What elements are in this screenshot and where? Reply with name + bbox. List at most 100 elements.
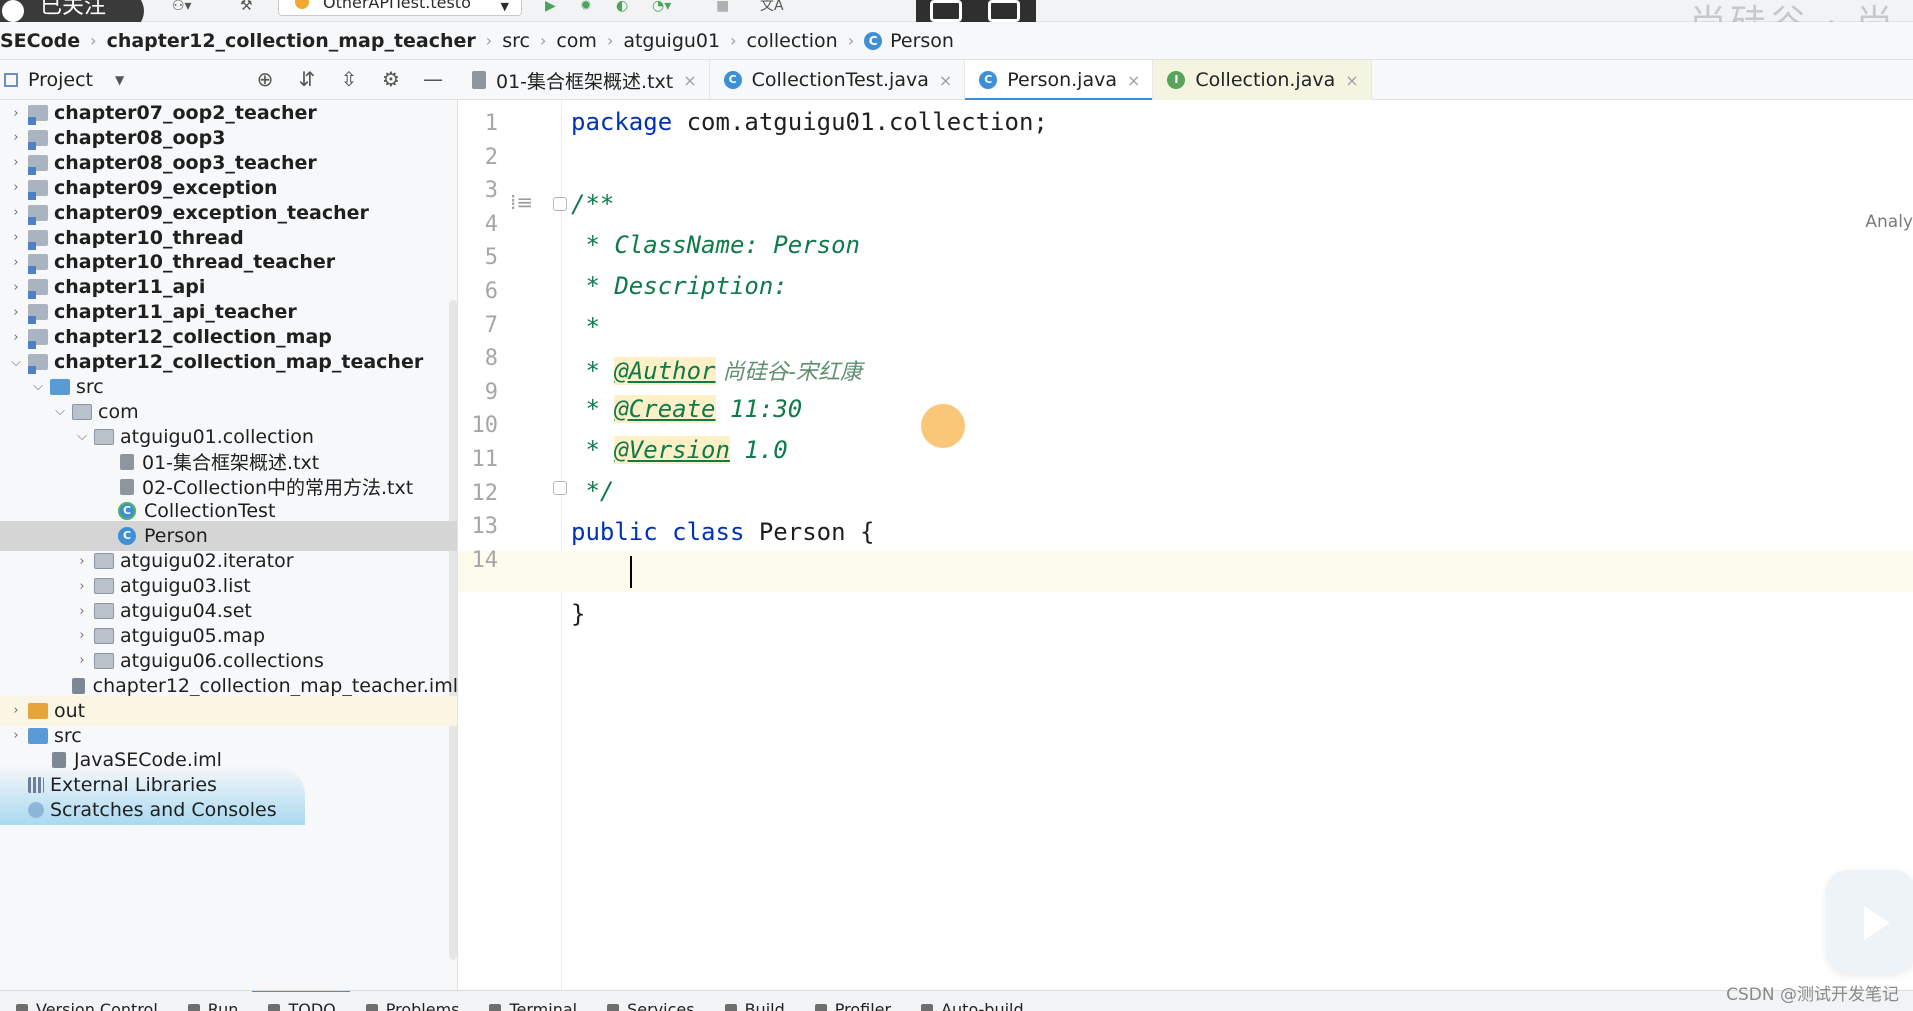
tool-window-label: Auto-build [941, 1000, 1024, 1011]
code-line-4: * ClassName: Person [571, 231, 860, 259]
stop-icon[interactable]: ■ [716, 0, 729, 14]
hammer-icon[interactable]: ⚒ [240, 0, 253, 14]
doc-star: * [571, 357, 615, 385]
coverage-icon[interactable]: ◐ [616, 0, 628, 14]
chevron-right-icon[interactable]: › [6, 280, 26, 295]
code-text: Person { [744, 518, 875, 546]
pip-icon[interactable] [930, 0, 962, 22]
video-play-button[interactable] [1826, 870, 1913, 974]
doc-render-icon[interactable]: ⁞≡ [510, 190, 533, 214]
chevron-right-icon[interactable]: › [72, 653, 92, 668]
tree-item-label: atguigu02.iterator [120, 550, 294, 573]
settings-gear-icon[interactable]: ⚙ [380, 68, 402, 90]
class-icon: C [864, 31, 883, 50]
breadcrumb-item-subpackage[interactable]: collection [747, 30, 838, 52]
fold-marker-icon[interactable] [553, 481, 567, 495]
chevron-down-icon[interactable]: ⌵ [28, 379, 48, 394]
tree-item-label: Person [144, 525, 208, 548]
close-icon[interactable]: × [1345, 71, 1358, 90]
module-folder-icon [28, 204, 48, 225]
tree-item-label: chapter12_collection_map [54, 326, 332, 349]
project-panel-title[interactable]: Project [28, 69, 93, 91]
chevron-right-icon[interactable]: › [6, 130, 26, 145]
profile-icon[interactable]: ◔▾ [652, 0, 671, 14]
chevron-right-icon[interactable]: › [6, 703, 26, 718]
tool-window-button[interactable]: Services [591, 991, 708, 1011]
chevron-down-icon[interactable]: ⌵ [6, 355, 26, 370]
module-folder-icon [28, 129, 48, 150]
close-icon[interactable]: × [939, 71, 952, 90]
top-toolbar: 已关注 ⚇▾ ⚒ OtherAPITest.testo ▼ ▶ ✹ ◐ ◔▾ ■… [0, 0, 1913, 44]
breadcrumb-item-project[interactable]: SECode [0, 30, 80, 52]
module-folder-icon [28, 304, 48, 325]
editor-tab[interactable]: C CollectionTest.java × [710, 60, 966, 100]
chevron-right-icon[interactable]: › [6, 728, 26, 743]
chevron-right-icon[interactable]: › [6, 305, 26, 320]
debug-icon[interactable]: ✹ [580, 0, 592, 14]
chevron-right-icon[interactable]: › [6, 255, 26, 270]
breadcrumb-item-package[interactable]: atguigu01 [623, 30, 720, 52]
editor-tab[interactable]: 01-集合框架概述.txt × [458, 60, 710, 100]
chevron-right-icon[interactable]: › [6, 205, 26, 220]
code-line-1: package com.atguigu01.collection; [571, 108, 1048, 136]
line-number: 13 [471, 514, 499, 540]
translate-icon[interactable]: 文A [760, 0, 784, 14]
doc-text: Description: [614, 272, 788, 300]
follow-label: 已关注 [40, 0, 107, 19]
expand-all-icon[interactable]: ⇵ [296, 68, 318, 90]
tool-window-button[interactable]: TODO [252, 991, 350, 1011]
chevron-right-icon[interactable]: › [6, 155, 26, 170]
close-icon[interactable]: × [1127, 71, 1140, 90]
interface-icon: I [1167, 71, 1186, 89]
tab-label: 01-集合框架概述.txt [496, 70, 674, 93]
chevron-right-icon[interactable]: › [6, 106, 26, 121]
java-class-icon: C [118, 527, 136, 546]
breadcrumb-item-module[interactable]: chapter12_collection_map_teacher [107, 30, 476, 52]
code-line-3: /** [571, 190, 615, 218]
chevron-right-icon[interactable]: › [72, 628, 92, 643]
tree-item-label: chapter12_collection_map_teacher.iml [92, 674, 458, 697]
tool-window-button[interactable]: Auto-build [905, 991, 1038, 1011]
tool-window-button[interactable]: Run [172, 991, 253, 1011]
breadcrumb-item-com[interactable]: com [556, 30, 597, 52]
iml-file-icon [52, 752, 66, 769]
tool-window-button[interactable]: Problems [350, 991, 474, 1011]
library-icon [28, 777, 44, 794]
tool-window-label: Build [744, 1000, 785, 1011]
tree-item[interactable]: Scratches and Consoles [0, 795, 457, 825]
tree-item-label: chapter11_api_teacher [54, 301, 297, 324]
editor-tab[interactable]: C Person.java × [965, 60, 1154, 101]
analyze-indicator[interactable]: Analy [1865, 212, 1913, 232]
hide-panel-icon[interactable]: — [422, 68, 444, 90]
user-icon[interactable]: ⚇▾ [172, 0, 192, 14]
chevron-right-icon[interactable]: › [72, 604, 92, 619]
fold-marker-icon[interactable] [553, 197, 567, 211]
run-config-selector[interactable]: OtherAPITest.testo ▼ [278, 0, 522, 16]
chevron-right-icon[interactable]: › [6, 180, 26, 195]
chevron-right-icon[interactable]: › [6, 230, 26, 245]
locate-icon[interactable]: ⊕ [254, 68, 276, 90]
tree-item-label: atguigu03.list [120, 575, 251, 598]
tool-window-button[interactable]: Build [709, 991, 799, 1011]
breadcrumb-item-class[interactable]: C Person [864, 30, 954, 52]
chevron-right-icon[interactable]: › [72, 554, 92, 569]
close-icon[interactable]: × [683, 71, 696, 90]
cast-icon[interactable] [988, 0, 1020, 22]
collapse-all-icon[interactable]: ⇳ [338, 68, 360, 90]
tool-window-button[interactable]: Terminal [473, 991, 591, 1011]
breadcrumb-separator: › [485, 31, 493, 50]
chevron-down-icon[interactable]: ⌵ [50, 404, 70, 419]
chevron-right-icon[interactable]: › [6, 330, 26, 345]
chevron-down-icon[interactable]: ▼ [115, 73, 124, 87]
text-file-icon [472, 71, 486, 89]
run-icon[interactable]: ▶ [545, 0, 556, 14]
chevron-down-icon[interactable]: ⌵ [72, 429, 92, 444]
todo-icon [268, 1003, 281, 1011]
tool-window-button[interactable]: Profiler [799, 991, 905, 1011]
tool-window-button[interactable]: Version Control [0, 991, 172, 1011]
keyword: public [571, 518, 658, 546]
editor-tab[interactable]: I Collection.java × [1153, 60, 1372, 100]
chevron-right-icon[interactable]: › [72, 579, 92, 594]
breadcrumb-item-src[interactable]: src [502, 30, 530, 52]
module-folder-icon [28, 154, 48, 175]
